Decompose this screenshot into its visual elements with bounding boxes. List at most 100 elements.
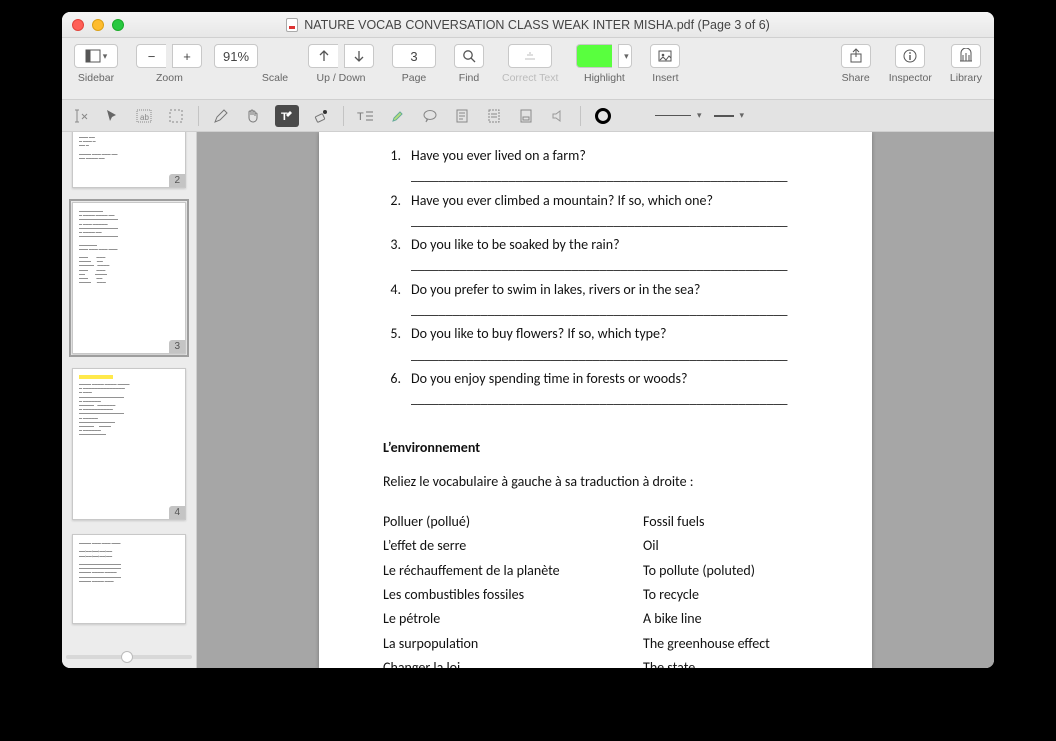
zoom-value: 91% bbox=[223, 49, 249, 64]
page-down-button[interactable] bbox=[344, 44, 374, 68]
document-content: 1.Have you ever lived on a farm? _______… bbox=[383, 146, 812, 668]
vocab-item: Les combustibles fossiles bbox=[383, 585, 583, 605]
updown-group: Up / Down bbox=[308, 44, 374, 84]
eraser-tool[interactable] bbox=[311, 106, 331, 126]
chevron-down-icon: ▾ bbox=[624, 51, 629, 62]
inspector-button[interactable] bbox=[895, 44, 925, 68]
text-style-tool[interactable]: T bbox=[356, 106, 376, 126]
area-select-tool[interactable]: ab bbox=[134, 106, 154, 126]
pencil-tool[interactable] bbox=[211, 106, 231, 126]
zoom-toolbar-label: Zoom bbox=[156, 72, 183, 84]
thumbnail-page-5[interactable]: ▬▬▬▬ ▬▬▬ ▬▬▬ ▬▬▬▬▬|▬▬|▬▬|▬▬|▬▬▬▬|▬▬|▬▬|▬… bbox=[72, 534, 186, 624]
sidebar-button[interactable]: ▾ bbox=[74, 44, 118, 68]
close-button[interactable] bbox=[72, 19, 84, 31]
crop-tool[interactable] bbox=[166, 106, 186, 126]
arrow-down-icon bbox=[351, 48, 367, 64]
library-button[interactable] bbox=[951, 44, 981, 68]
body: ▬▬▬ ▬▬▬ ▬▬▬ ▬▬▬ ▬▬▬▬▬ ▬▬▬ ▬▬▬ ▬▬▬▬ ▬▬▬▬ … bbox=[62, 132, 994, 668]
form-tool[interactable] bbox=[484, 106, 504, 126]
eraser-icon bbox=[313, 108, 329, 124]
app-window: NATURE VOCAB CONVERSATION CLASS WEAK INT… bbox=[62, 12, 994, 668]
highlighter-tool[interactable] bbox=[388, 106, 408, 126]
chevron-down-icon: ▾ bbox=[103, 51, 108, 62]
text-annotation-tool[interactable]: T bbox=[275, 105, 299, 127]
speaker-icon bbox=[550, 108, 566, 124]
sidebar-group: ▾ Sidebar bbox=[74, 44, 118, 84]
share-icon bbox=[848, 48, 864, 64]
text-style-icon: T bbox=[357, 109, 375, 123]
highlight-button[interactable] bbox=[576, 44, 612, 68]
inspector-toolbar-label: Inspector bbox=[889, 72, 932, 84]
circle-icon bbox=[595, 108, 611, 124]
sound-tool[interactable] bbox=[548, 106, 568, 126]
section-heading: L’environnement bbox=[383, 438, 812, 458]
line-end-menu[interactable]: ▾ bbox=[714, 106, 745, 126]
info-icon bbox=[902, 48, 918, 64]
selection-rect-icon: ab bbox=[136, 109, 152, 123]
arrow-up-icon bbox=[316, 48, 332, 64]
hand-tool[interactable] bbox=[243, 106, 263, 126]
text-select-tool[interactable] bbox=[70, 106, 90, 126]
insert-button[interactable] bbox=[650, 44, 680, 68]
line-style-menu[interactable]: ▾ bbox=[655, 106, 702, 126]
scrollbar-knob[interactable] bbox=[121, 651, 133, 663]
vocab-item: Fossil fuels bbox=[643, 512, 770, 532]
page-viewport[interactable]: 1.Have you ever lived on a farm? _______… bbox=[197, 132, 994, 668]
note-tool[interactable] bbox=[452, 106, 472, 126]
find-button[interactable] bbox=[454, 44, 484, 68]
share-button[interactable] bbox=[841, 44, 871, 68]
page-up-button[interactable] bbox=[308, 44, 338, 68]
pointer-tool[interactable] bbox=[102, 106, 122, 126]
zoom-pct-field[interactable]: 91% bbox=[214, 44, 258, 68]
page-badge: 2 bbox=[169, 174, 185, 187]
answer-blank: ________________________________________… bbox=[411, 211, 812, 231]
vocab-item: Le pétrole bbox=[383, 609, 583, 629]
vocab-column-right: Fossil fuels Oil To pollute (poluted) To… bbox=[643, 512, 770, 668]
question-text: Have you ever climbed a mountain? If so,… bbox=[411, 191, 713, 211]
pointer-icon bbox=[105, 109, 119, 123]
scale-toolbar-label: Scale bbox=[262, 72, 288, 84]
inspector-group: Inspector bbox=[889, 44, 932, 84]
link-tool[interactable] bbox=[516, 106, 536, 126]
highlight-group: ▾ Highlight bbox=[576, 44, 632, 84]
section-instruction: Reliez le vocabulaire à gauche à sa trad… bbox=[383, 472, 812, 492]
zoom-button[interactable] bbox=[112, 19, 124, 31]
sidebar-icon bbox=[85, 48, 101, 64]
stroke-color-tool[interactable] bbox=[593, 106, 613, 126]
answer-blank: ________________________________________… bbox=[411, 345, 812, 365]
chevron-down-icon: ▾ bbox=[740, 110, 745, 121]
find-toolbar-label: Find bbox=[459, 72, 479, 84]
note-icon bbox=[455, 108, 469, 124]
thumbnail-page-2[interactable]: ▬▬▬ ▬▬▬ ▬▬▬ ▬▬▬ ▬▬▬▬▬ ▬▬▬ ▬▬▬ ▬▬▬▬ ▬▬▬▬ … bbox=[72, 132, 186, 188]
correct-text-button[interactable] bbox=[508, 44, 552, 68]
thumbnail-zoom-scrollbar[interactable] bbox=[62, 650, 196, 664]
separator bbox=[198, 106, 199, 126]
vocab-item: Polluer (pollué) bbox=[383, 512, 583, 532]
zoom-out-button[interactable]: − bbox=[136, 44, 166, 68]
pdf-file-icon bbox=[286, 18, 298, 32]
page-toolbar-label: Page bbox=[402, 72, 427, 84]
titlebar: NATURE VOCAB CONVERSATION CLASS WEAK INT… bbox=[62, 12, 994, 38]
vocab-item: To pollute (poluted) bbox=[643, 561, 770, 581]
highlight-menu-button[interactable]: ▾ bbox=[618, 44, 632, 68]
thumbnail-page-4[interactable]: ▬▬▬▬ ▬▬▬▬ ▬▬▬▬ ▬▬▬▬▬ ▬▬▬▬▬▬▬▬▬▬▬▬▬▬▬ ▬▬▬… bbox=[72, 368, 186, 520]
zoom-in-button[interactable]: + bbox=[172, 44, 202, 68]
find-group: Find bbox=[454, 44, 484, 84]
question-text: Do you prefer to swim in lakes, rivers o… bbox=[411, 280, 700, 300]
updown-toolbar-label: Up / Down bbox=[316, 72, 365, 84]
share-group: Share bbox=[841, 44, 871, 84]
vocab-item: Oil bbox=[643, 536, 770, 556]
vocab-item: To recycle bbox=[643, 585, 770, 605]
minimize-button[interactable] bbox=[92, 19, 104, 31]
comment-tool[interactable] bbox=[420, 106, 440, 126]
speech-bubble-icon bbox=[422, 108, 438, 124]
line-solid-icon bbox=[655, 115, 691, 116]
vocab-item: Le réchauffement de la planète bbox=[383, 561, 583, 581]
question-text: Do you like to be soaked by the rain? bbox=[411, 235, 620, 255]
correct-group: Correct Text bbox=[502, 44, 558, 84]
vocab-item: La surpopulation bbox=[383, 634, 583, 654]
page-number-field[interactable]: 3 bbox=[392, 44, 436, 68]
title-wrap: NATURE VOCAB CONVERSATION CLASS WEAK INT… bbox=[124, 18, 932, 32]
thumbnail-page-3[interactable]: ▬▬▬▬▬▬▬▬▬ ▬▬▬▬ ▬▬▬▬ ▬▬▬▬▬▬▬▬▬▬▬▬▬▬▬▬ ▬▬▬… bbox=[72, 202, 186, 354]
question-text: Do you like to buy flowers? If so, which… bbox=[411, 324, 666, 344]
